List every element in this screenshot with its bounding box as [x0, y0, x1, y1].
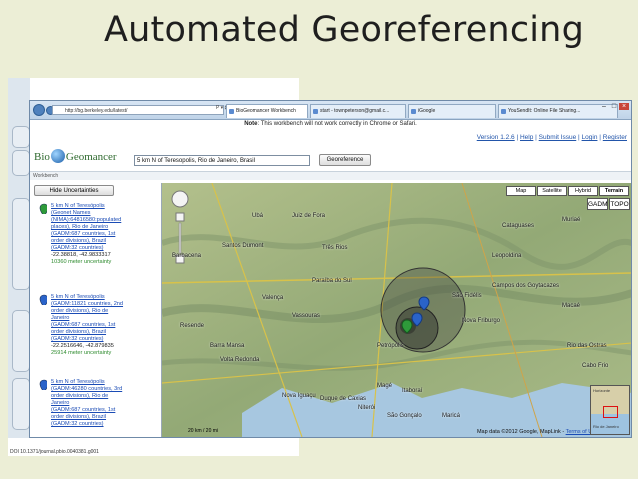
result-coordinates: -22.38818, -42.9833317	[51, 252, 111, 258]
result-description-line[interactable]: Janeiro	[51, 400, 152, 407]
map-view[interactable]: Map Satellite Hybrid Terrain GADM TOPO Juiz …	[161, 183, 631, 437]
browser-tab[interactable]: iGoogle	[408, 104, 496, 118]
result-uncertainty: 25914 meter uncertainty	[51, 350, 112, 356]
result-description-line[interactable]: (GADM:32 countries)	[51, 245, 152, 252]
background-window-strip	[8, 78, 30, 438]
result-description-line[interactable]: 5 km N of Teresópolis	[51, 294, 152, 301]
result-description-line[interactable]: Janeiro	[51, 315, 152, 322]
result-description-line[interactable]: (GADM:32 countries)	[51, 421, 152, 428]
doi-caption: DOI 10.1371/journal.pbio.0040381.g001	[10, 449, 99, 455]
tab-favicon-icon	[313, 109, 318, 114]
overview-label-horizonte: Horizonte	[593, 388, 611, 393]
result-coordinates: -22.2516646, -42.879835	[51, 343, 114, 349]
map-pin-icon[interactable]	[39, 294, 47, 305]
map-marker-green[interactable]	[401, 319, 413, 334]
submit-issue-link[interactable]: Submit Issue	[539, 134, 577, 141]
back-button[interactable]	[33, 104, 45, 116]
result-description-line[interactable]: (Geonet Names	[51, 210, 152, 217]
result-description-line[interactable]: (GADM:687 countries, 1st	[51, 231, 152, 238]
map-markers	[401, 296, 430, 334]
result-description-line[interactable]: order divisions), Rio de	[51, 308, 152, 315]
locality-search-input[interactable]: 5 km N of Teresopolis, Rio de Janeiro, B…	[134, 155, 310, 166]
tab-label: BioGeomancer Workbench	[236, 108, 296, 114]
map-pin-icon[interactable]	[39, 203, 47, 214]
tab-label: iGoogle	[418, 108, 436, 114]
browser-tab[interactable]: BioGeomancer Workbench	[226, 104, 308, 118]
address-bar[interactable]: http://bg.berkeley.edu/latest/	[52, 105, 224, 115]
result-description-line[interactable]: order divisions), Brazil	[51, 414, 152, 421]
result-uncertainty: 10360 meter uncertainty	[51, 259, 112, 265]
result-item[interactable]: 5 km N of Teresópolis (GADM:46280 countri…	[34, 379, 152, 428]
result-description-line[interactable]: (GADM:687 countries, 1st	[51, 322, 152, 329]
globe-icon	[50, 149, 65, 163]
browser-window: http://bg.berkeley.edu/latest/ P ▾ ⊠ C ×…	[29, 100, 632, 438]
result-item[interactable]: 5 km N of Teresópolis (GADM:11821 countri…	[34, 294, 152, 357]
result-description-line[interactable]: order divisions), Brazil	[51, 329, 152, 336]
header-links: Version 1.2.6 | Help | Submit Issue | Lo…	[476, 134, 627, 141]
result-description-line[interactable]: (GADM:46280 countries, 3rd	[51, 386, 152, 393]
tab-favicon-icon	[229, 109, 234, 114]
result-description-line[interactable]: order divisions), Rio de	[51, 393, 152, 400]
minimize-icon[interactable]: –	[599, 103, 609, 110]
map-scale: 20 km / 20 mi	[188, 428, 219, 434]
result-description-line[interactable]: (GADM:687 countries, 1st	[51, 407, 152, 414]
tab-label: start - townpeterson@gmail.c...	[320, 108, 390, 114]
close-icon[interactable]: ×	[619, 103, 629, 110]
result-description-line[interactable]: order divisions), Brazil	[51, 238, 152, 245]
version-link[interactable]: Version 1.2.6	[477, 134, 515, 141]
maximize-icon[interactable]: □	[609, 103, 619, 110]
tab-favicon-icon	[501, 109, 506, 114]
tab-label: YouSendIt: Online File Sharing...	[508, 108, 581, 114]
overview-map[interactable]: Horizonte Rio de Janeiro	[590, 385, 630, 435]
result-description-line[interactable]: (NIMA):64816580:populated	[51, 217, 152, 224]
result-description-line[interactable]: places), Rio de Janeiro	[51, 224, 152, 231]
results-list: 5 km N of Teresópolis (Geonet Names (NIMA)…	[30, 199, 156, 437]
result-description-line[interactable]: 5 km N of Teresópolis	[51, 203, 152, 210]
biogeomancer-logo: Bio Geomancer	[34, 149, 117, 163]
browser-warning-note: Note: This workbench will not work corre…	[244, 121, 417, 127]
help-link[interactable]: Help	[520, 134, 533, 141]
window-controls: – □ ×	[599, 103, 629, 110]
login-link[interactable]: Login	[582, 134, 598, 141]
result-description-line[interactable]: (GADM:11821 countries, 2nd	[51, 301, 152, 308]
georeference-button[interactable]: Georeference	[319, 154, 371, 166]
result-description-line[interactable]: (GADM:32 countries)	[51, 336, 152, 343]
browser-tab-bar: http://bg.berkeley.edu/latest/ P ▾ ⊠ C ×…	[30, 101, 631, 120]
result-item[interactable]: 5 km N of Teresópolis (Geonet Names (NIMA)…	[34, 203, 152, 266]
hide-uncertainties-button[interactable]: Hide Uncertainties	[34, 185, 114, 196]
register-link[interactable]: Register	[603, 134, 627, 141]
overview-label-rio: Rio de Janeiro	[593, 424, 619, 429]
browser-tab[interactable]: start - townpeterson@gmail.c...	[310, 104, 406, 118]
map-marker-blue-1[interactable]	[418, 296, 430, 311]
map-copyright: Map data ©2012 Google, MapLink - Terms o…	[476, 429, 598, 435]
tab-favicon-icon	[411, 109, 416, 114]
workbench-label: Workbench	[30, 171, 631, 180]
map-marker-blue-2[interactable]	[411, 312, 423, 327]
slide-title: Automated Georeferencing	[104, 10, 584, 50]
result-description-line[interactable]: 5 km N of Teresópolis	[51, 379, 152, 386]
map-pin-icon[interactable]	[39, 379, 47, 390]
